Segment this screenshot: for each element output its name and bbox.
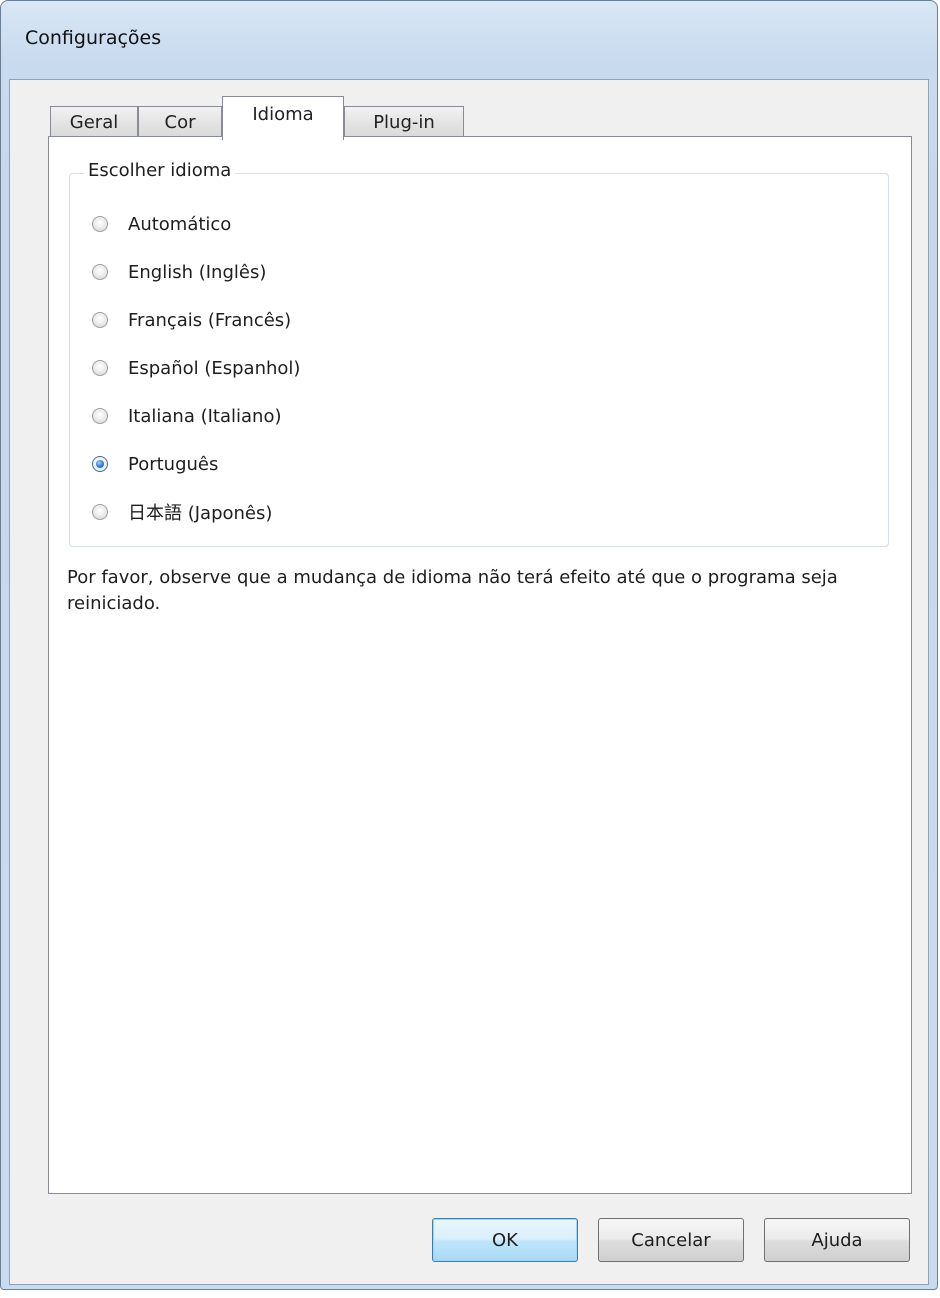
- language-option-italian[interactable]: Italiana (Italiano): [92, 402, 281, 430]
- language-option-auto[interactable]: Automático: [92, 210, 231, 238]
- group-legend: Escolher idioma: [84, 160, 236, 181]
- window-title: Configurações: [25, 27, 162, 49]
- option-label: Français (Francês): [128, 309, 292, 331]
- option-label: 日本語 (Japonês): [128, 503, 273, 524]
- option-label: Automático: [128, 213, 232, 235]
- radio-button[interactable]: [92, 408, 108, 424]
- option-label: Español (Espanhol): [128, 357, 301, 379]
- language-option-spanish[interactable]: Español (Espanhol): [92, 354, 300, 382]
- radio-button[interactable]: [92, 504, 108, 520]
- language-option-japanese[interactable]: 日本語 (Japonês): [92, 498, 272, 526]
- restart-note: Por favor, observe que a mudança de idio…: [67, 567, 838, 614]
- language-option-portuguese[interactable]: Português: [92, 450, 218, 478]
- language-option-french[interactable]: Français (Francês): [92, 306, 291, 334]
- dialog-client-area: Geral Cor Idioma Plug-in Escolher idioma…: [9, 79, 929, 1285]
- language-option-english[interactable]: English (Inglês): [92, 258, 266, 286]
- option-label: Italiana (Italiano): [128, 405, 282, 427]
- settings-dialog: Configurações Geral Cor Idioma Plug-in E…: [0, 0, 938, 1290]
- option-label: English (Inglês): [128, 261, 267, 283]
- radio-button[interactable]: [92, 216, 108, 232]
- language-tab-panel: Escolher idioma Automático English (Ingl…: [48, 136, 912, 1194]
- tab-plug-in[interactable]: Plug-in: [344, 106, 464, 138]
- choose-language-group: Escolher idioma Automático English (Ingl…: [69, 160, 889, 547]
- cancel-button[interactable]: Cancelar: [598, 1218, 744, 1262]
- tab-geral[interactable]: Geral: [50, 106, 138, 138]
- option-label: Português: [128, 453, 219, 475]
- radio-button[interactable]: [92, 312, 108, 328]
- tab-cor[interactable]: Cor: [138, 106, 222, 138]
- tab-idioma[interactable]: Idioma: [222, 96, 344, 140]
- ok-button[interactable]: OK: [432, 1218, 578, 1262]
- radio-button-selected[interactable]: [92, 456, 108, 472]
- radio-button[interactable]: [92, 360, 108, 376]
- help-button[interactable]: Ajuda: [764, 1218, 910, 1262]
- radio-button[interactable]: [92, 264, 108, 280]
